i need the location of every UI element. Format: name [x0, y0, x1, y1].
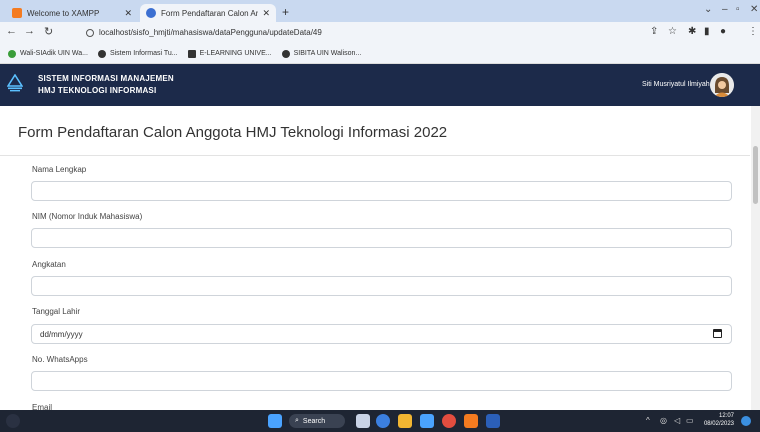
divider: [0, 155, 750, 156]
field-label-tanggal-lahir: Tanggal Lahir: [32, 307, 81, 316]
chevron-up-icon[interactable]: ^: [646, 416, 650, 425]
tab-xampp[interactable]: Welcome to XAMPP ✕: [6, 4, 138, 22]
tab-form-pendaftaran[interactable]: Form Pendaftaran Calon Anggota ✕: [140, 4, 276, 22]
windows-taskbar: ⌕ Search ^ ◎ ◁ ▭ 12:07 08/02/2023: [0, 410, 760, 432]
tanggal-lahir-input[interactable]: [31, 324, 732, 344]
battery-icon[interactable]: ▭: [686, 416, 694, 425]
url-text: localhost/sisfo_hmjti/mahasiswa/dataPeng…: [99, 28, 322, 37]
bookmark-icon: [8, 49, 16, 58]
sidepanel-icon[interactable]: ▮: [704, 26, 710, 37]
bookmark-label: Sistem Informasi Tu...: [109, 50, 178, 57]
network-icon[interactable]: ◎: [660, 416, 667, 425]
angkatan-input[interactable]: [31, 276, 732, 296]
bookmark-item[interactable]: SIBITA UIN Walison...: [281, 49, 362, 58]
user-avatar-icon: [710, 73, 734, 97]
xampp-icon: [12, 8, 22, 18]
search-icon: ⌕: [295, 417, 299, 424]
app-header: SISTEM INFORMASI MANAJEMEN HMJ TEKNOLOGI…: [0, 64, 760, 106]
chevron-down-icon[interactable]: ⌄: [704, 4, 712, 15]
globe-icon: [281, 49, 290, 58]
widgets-icon[interactable]: [6, 414, 20, 428]
tab-title: Welcome to XAMPP: [27, 8, 100, 18]
maximize-icon[interactable]: ▫: [736, 4, 740, 15]
file-explorer-icon[interactable]: [398, 414, 412, 428]
bookmark-item[interactable]: Sistem Informasi Tu...: [97, 49, 178, 58]
close-tab-icon[interactable]: ✕: [262, 8, 270, 19]
close-tab-icon[interactable]: ✕: [124, 8, 132, 19]
bookmarks-bar: Wali-SIAdik UIN Wa... Sistem Informasi T…: [0, 44, 760, 64]
page-title: Form Pendaftaran Calon Anggota HMJ Tekno…: [18, 124, 448, 141]
calendar-icon[interactable]: [713, 329, 722, 338]
close-window-icon[interactable]: ✕: [750, 4, 758, 15]
clock-date: 08/02/2023: [703, 421, 734, 427]
back-icon[interactable]: ←: [6, 25, 17, 37]
address-bar-row: ← → ↻ localhost/sisfo_hmjti/mahasiswa/da…: [0, 22, 760, 44]
bookmark-label: Wali-SIAdik UIN Wa...: [20, 50, 88, 57]
profile-icon[interactable]: ●: [720, 26, 726, 37]
star-icon[interactable]: ☆: [668, 26, 677, 37]
app-title-line2: HMJ TEKNOLOGI INFORMASI: [38, 86, 157, 95]
volume-icon[interactable]: ◁: [674, 416, 680, 425]
tab-title: Form Pendaftaran Calon Anggota: [161, 8, 259, 18]
chat-icon[interactable]: [376, 414, 390, 428]
bookmark-label: E-LEARNING UNIVE...: [199, 50, 272, 57]
notification-icon[interactable]: [741, 416, 751, 426]
user-name[interactable]: Siti Musriyatul Ilmiyah: [642, 81, 710, 88]
avatar[interactable]: [710, 73, 734, 97]
nama-lengkap-input[interactable]: [31, 181, 732, 201]
forward-icon[interactable]: →: [24, 25, 35, 37]
app-title-line1: SISTEM INFORMASI MANAJEMEN: [38, 74, 174, 83]
clock-time: 12:07: [718, 413, 734, 419]
word-icon[interactable]: [486, 414, 500, 428]
whatsapp-input[interactable]: [31, 371, 732, 391]
chrome-icon[interactable]: [442, 414, 456, 428]
search-label: Search: [302, 417, 326, 425]
field-label-nama: Nama Lengkap: [32, 165, 87, 174]
share-icon[interactable]: ⇪: [650, 26, 658, 37]
app-title: SISTEM INFORMASI MANAJEMEN HMJ TEKNOLOGI…: [38, 73, 174, 97]
date-placeholder: dd/mm/yyyy: [40, 330, 83, 339]
globe-icon: [97, 49, 106, 58]
bookmark-label: SIBITA UIN Walison...: [293, 50, 362, 57]
new-tab-button[interactable]: +: [282, 5, 289, 19]
taskbar-search[interactable]: ⌕ Search: [289, 414, 345, 428]
bookmark-item[interactable]: E-LEARNING UNIVE...: [187, 49, 272, 58]
field-label-angkatan: Angkatan: [32, 260, 66, 269]
globe-icon: [146, 8, 156, 18]
field-label-nim: NIM (Nomor Induk Mahasiswa): [32, 212, 143, 221]
reload-icon[interactable]: ↻: [44, 25, 53, 38]
windows-start-icon[interactable]: [268, 414, 282, 428]
xampp-icon[interactable]: [464, 414, 478, 428]
nim-input[interactable]: [31, 228, 732, 248]
url-bar[interactable]: localhost/sisfo_hmjti/mahasiswa/dataPeng…: [80, 24, 640, 41]
store-icon[interactable]: [420, 414, 434, 428]
field-label-whatsapp: No. WhatsApps: [32, 355, 88, 364]
app-logo-icon[interactable]: [7, 74, 23, 92]
extensions-icon[interactable]: ✱: [688, 26, 696, 37]
elearning-icon: [187, 49, 196, 58]
scrollbar-thumb[interactable]: [753, 146, 758, 204]
page-scrollbar[interactable]: [751, 106, 760, 410]
site-info-icon[interactable]: [86, 28, 94, 37]
bookmark-item[interactable]: Wali-SIAdik UIN Wa...: [8, 49, 88, 58]
browser-tab-strip: Welcome to XAMPP ✕ Form Pendaftaran Calo…: [0, 0, 760, 22]
menu-icon[interactable]: ⋮: [748, 26, 758, 37]
task-view-icon[interactable]: [356, 414, 370, 428]
minimize-icon[interactable]: –: [722, 4, 728, 15]
main-content: Form Pendaftaran Calon Anggota HMJ Tekno…: [0, 106, 760, 412]
taskbar-clock[interactable]: 12:07 08/02/2023: [700, 412, 734, 428]
